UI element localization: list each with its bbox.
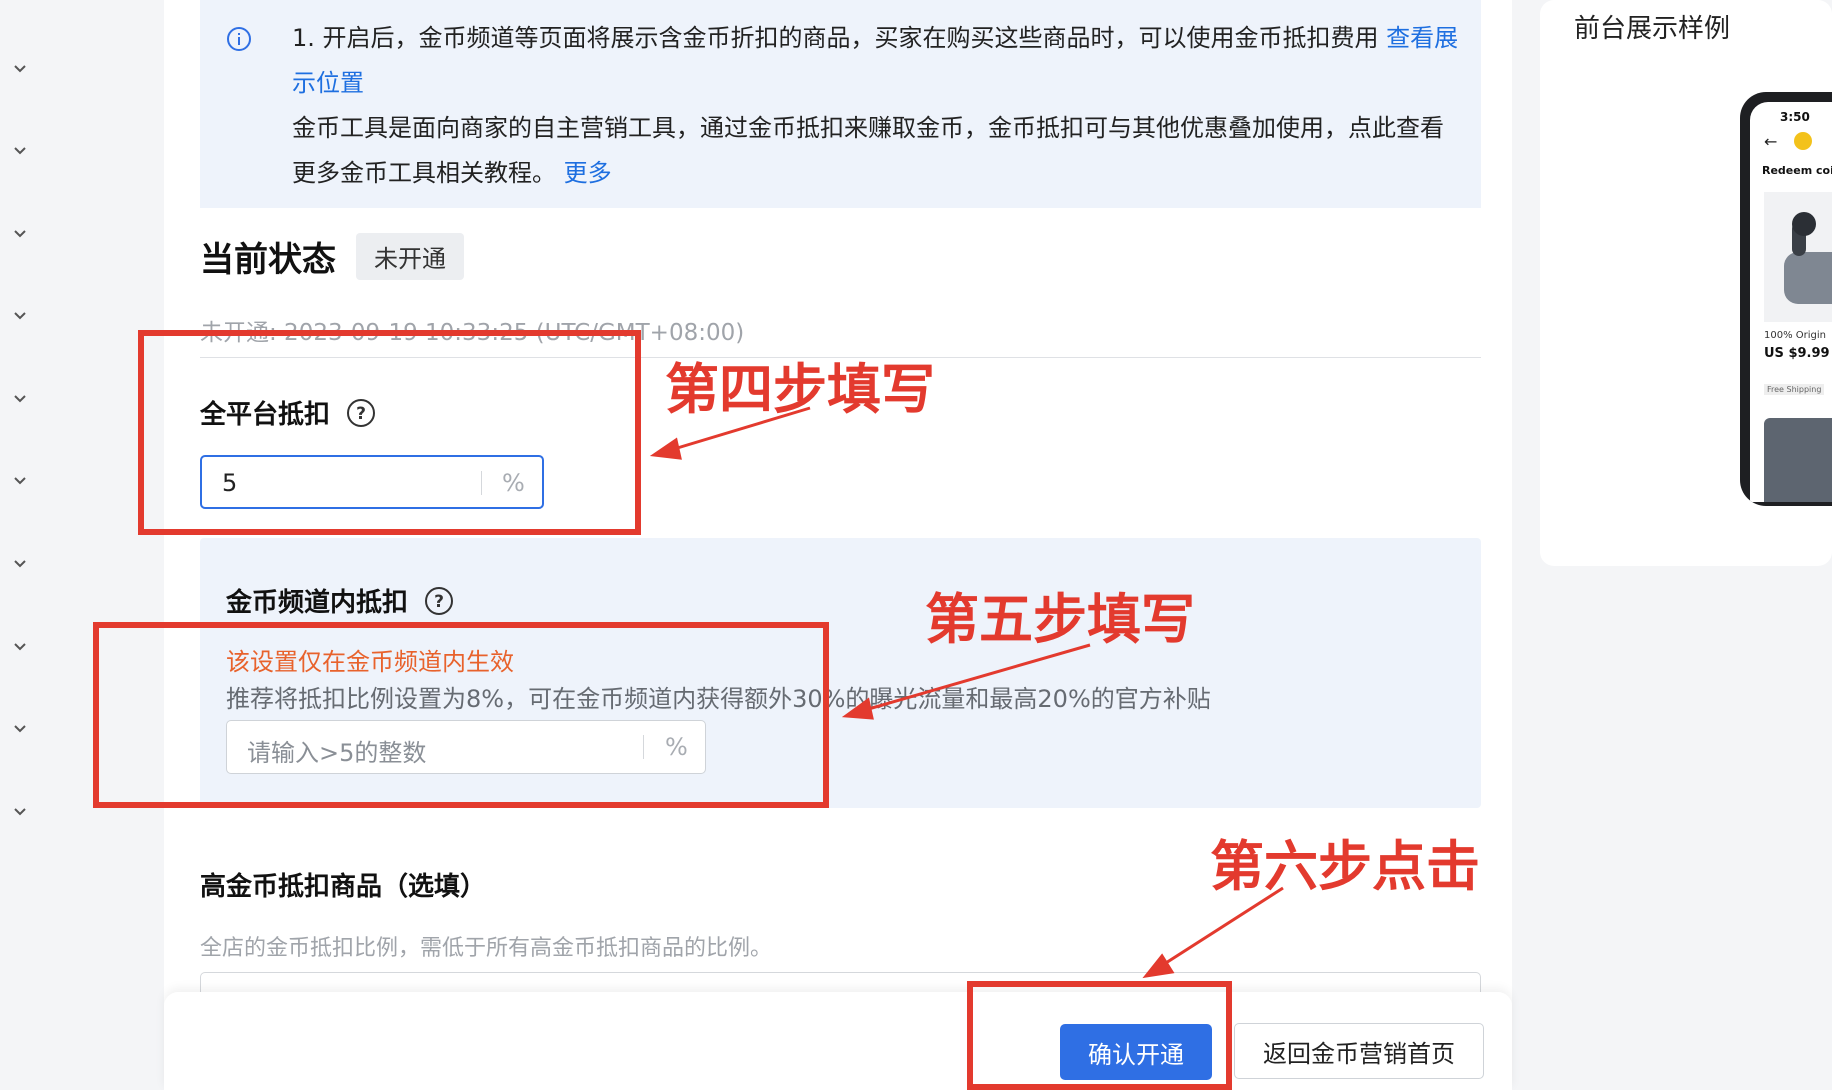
info-notice: 1. 开启后，金币频道等页面将展示含金币折扣的商品，买家在购买这些商品时，可以使… — [200, 0, 1481, 208]
phone-screen: 3:50 ← Redeem coi 100% Origin US $9.99 F… — [1750, 102, 1832, 502]
high-coin-title: 高金币抵扣商品（选填） — [200, 872, 487, 902]
phone-price: US $9.99 — [1764, 346, 1830, 361]
chevron-down-icon[interactable] — [10, 636, 30, 656]
annotation-step5: 第五步填写 — [925, 587, 1195, 651]
info-icon — [227, 27, 251, 51]
annotation-box-step5 — [93, 622, 829, 808]
preview-card: 前台展示样例 3:50 ← Redeem coi 100% Origin US … — [1540, 0, 1832, 566]
annotation-box-step4 — [138, 330, 641, 535]
help-icon[interactable]: ? — [424, 586, 454, 616]
phone-redeem-text: Redeem coi — [1762, 164, 1832, 177]
channel-deduction-title: 金币频道内抵扣 ? — [226, 582, 454, 619]
status-row: 当前状态 未开通 — [200, 232, 464, 280]
more-link[interactable]: 更多 — [564, 159, 612, 187]
back-arrow-icon: ← — [1764, 132, 1778, 151]
chevron-down-icon[interactable] — [10, 470, 30, 490]
earbuds-image — [1784, 212, 1832, 304]
chevron-down-icon[interactable] — [10, 58, 30, 78]
annotation-box-step6 — [967, 981, 1232, 1090]
chevron-down-icon[interactable] — [10, 718, 30, 738]
chevron-down-icon[interactable] — [10, 223, 30, 243]
notice-line1: 1. 开启后，金币频道等页面将展示含金币折扣的商品，买家在购买这些商品时，可以使… — [292, 24, 1387, 52]
coin-icon — [1794, 132, 1812, 150]
product-image — [1764, 192, 1832, 322]
phone-mockup: 3:50 ← Redeem coi 100% Origin US $9.99 F… — [1740, 92, 1832, 506]
watch-image — [1764, 418, 1832, 502]
svg-text:?: ? — [434, 592, 444, 612]
status-badge: 未开通 — [356, 232, 464, 280]
chevron-down-icon[interactable] — [10, 553, 30, 573]
chevron-down-icon[interactable] — [10, 140, 30, 160]
annotation-step6: 第六步点击 — [1210, 834, 1480, 898]
high-coin-desc: 全店的金币抵扣比例，需低于所有高金币抵扣商品的比例。 — [200, 936, 773, 961]
footer-actions: 确认开通 返回金币营销首页 — [164, 992, 1512, 1090]
coin-settings-card: 1. 开启后，金币频道等页面将展示含金币折扣的商品，买家在购买这些商品时，可以使… — [164, 0, 1512, 1090]
phone-product-text: 100% Origin — [1764, 330, 1826, 341]
chevron-down-icon[interactable] — [10, 801, 30, 821]
chevron-down-icon[interactable] — [10, 388, 30, 408]
channel-deduction-label: 金币频道内抵扣 — [226, 588, 409, 618]
phone-shipping: Free Shipping — [1764, 384, 1825, 395]
notice-text: 1. 开启后，金币频道等页面将展示含金币折扣的商品，买家在购买这些商品时，可以使… — [292, 16, 1462, 196]
notice-line2: 金币工具是面向商家的自主营销工具，通过金币抵扣来赚取金币，金币抵扣可与其他优惠叠… — [292, 114, 1444, 187]
status-title: 当前状态 — [200, 239, 336, 280]
preview-title: 前台展示样例 — [1574, 14, 1731, 44]
chevron-down-icon[interactable] — [10, 305, 30, 325]
back-to-marketing-button[interactable]: 返回金币营销首页 — [1234, 1023, 1484, 1079]
annotation-step4: 第四步填写 — [665, 357, 935, 421]
phone-time: 3:50 — [1780, 110, 1810, 124]
left-sidebar-rail — [0, 0, 42, 1090]
